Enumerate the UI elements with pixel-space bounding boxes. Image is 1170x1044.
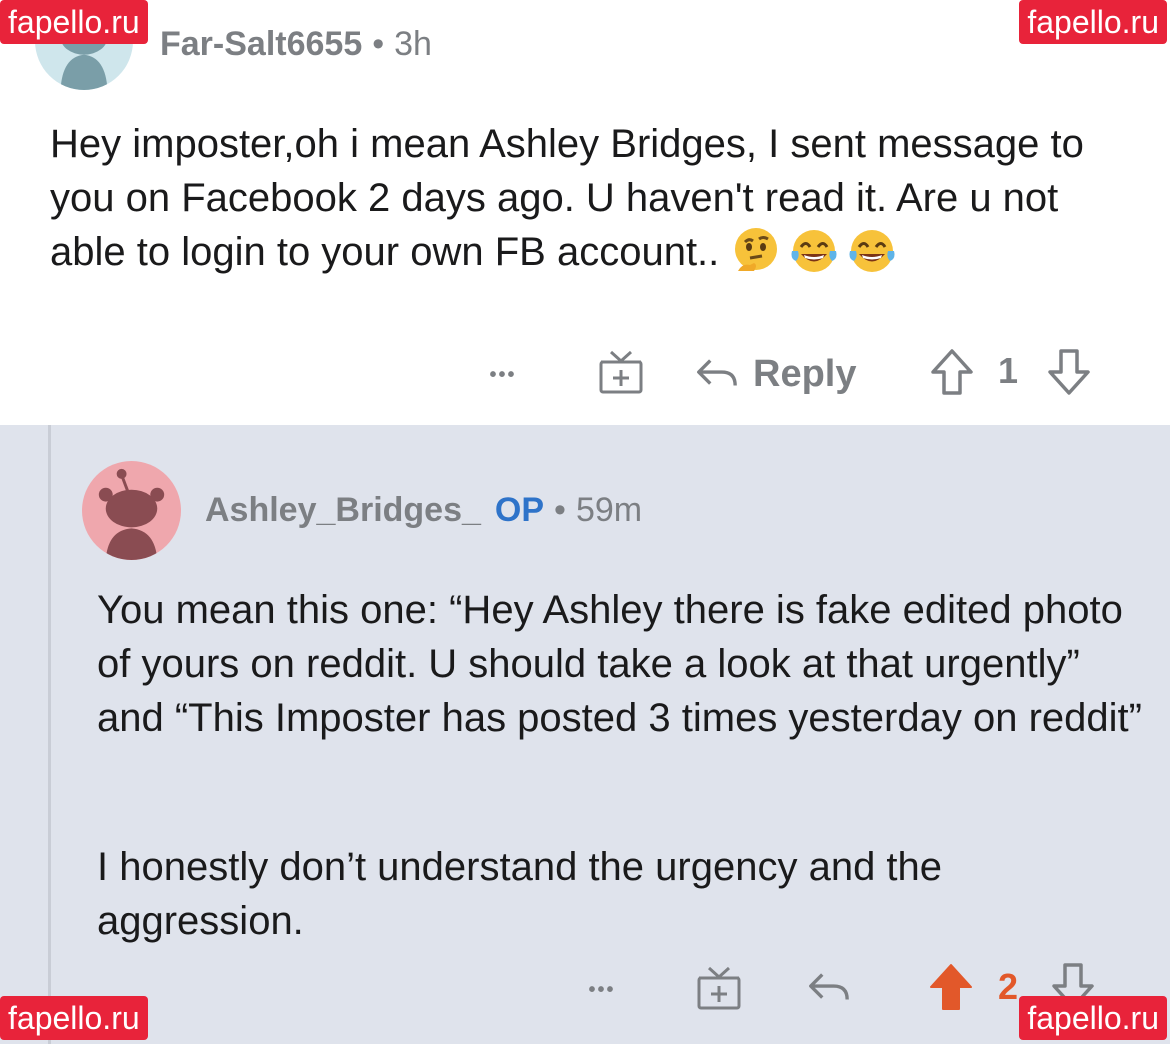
gift-icon	[697, 966, 741, 1010]
comment-paragraph: I honestly don’t understand the urgency …	[97, 845, 943, 943]
upvote-button[interactable]	[927, 962, 975, 1012]
award-button[interactable]	[695, 964, 743, 1012]
username[interactable]: Ashley_Bridges_	[205, 491, 481, 529]
downvote-arrow-icon	[1048, 349, 1090, 395]
reply-label: Reply	[753, 352, 857, 395]
watermark: fapello.ru	[0, 996, 148, 1040]
snoo-avatar-icon	[98, 468, 165, 560]
more-options-button[interactable]: •••	[577, 975, 627, 1005]
upvote-arrow-icon	[931, 349, 973, 395]
watermark: fapello.ru	[1019, 996, 1167, 1040]
vote-score: 1	[998, 350, 1019, 391]
comment-text: Hey imposter,oh i mean Ashley Bridges, I…	[50, 122, 1084, 274]
thinking-face-icon	[735, 228, 778, 271]
watermark: fapello.ru	[0, 0, 148, 44]
comment-body: Hey imposter,oh i mean Ashley Bridges, I…	[50, 117, 1140, 279]
more-label: •••	[588, 978, 616, 1001]
tears-of-joy-icon	[849, 230, 895, 272]
upvote-button[interactable]	[929, 348, 975, 396]
more-label: •••	[489, 363, 517, 386]
thread-line[interactable]	[48, 425, 51, 1044]
reply-arrow-icon	[809, 973, 849, 1000]
op-badge: OP	[494, 491, 545, 529]
upvote-arrow-filled-icon	[930, 964, 972, 1010]
comment-age: 59m	[575, 491, 643, 529]
comment-paragraph: You mean this one: “Hey Ashley there is …	[97, 588, 1142, 740]
comment-meta: Far-Salt6655 • 3h	[160, 25, 432, 64]
username[interactable]: Far-Salt6655	[160, 25, 362, 63]
vote-score: 2	[998, 966, 1019, 1007]
more-options-button[interactable]: •••	[478, 360, 528, 390]
reply-button[interactable]: Reply	[693, 350, 856, 398]
comment-meta: Ashley_Bridges_ OP • 59m	[205, 491, 642, 530]
downvote-button[interactable]	[1046, 348, 1092, 396]
comment-age: 3h	[394, 25, 432, 63]
award-button[interactable]	[597, 348, 645, 396]
user-avatar[interactable]	[82, 461, 181, 560]
watermark: fapello.ru	[1019, 0, 1167, 44]
meta-separator: •	[372, 25, 385, 63]
gift-icon	[599, 350, 643, 394]
reply-arrow-icon	[697, 359, 737, 386]
reply-button[interactable]	[803, 964, 853, 1012]
tears-of-joy-icon	[791, 230, 837, 272]
meta-separator: •	[554, 491, 566, 529]
